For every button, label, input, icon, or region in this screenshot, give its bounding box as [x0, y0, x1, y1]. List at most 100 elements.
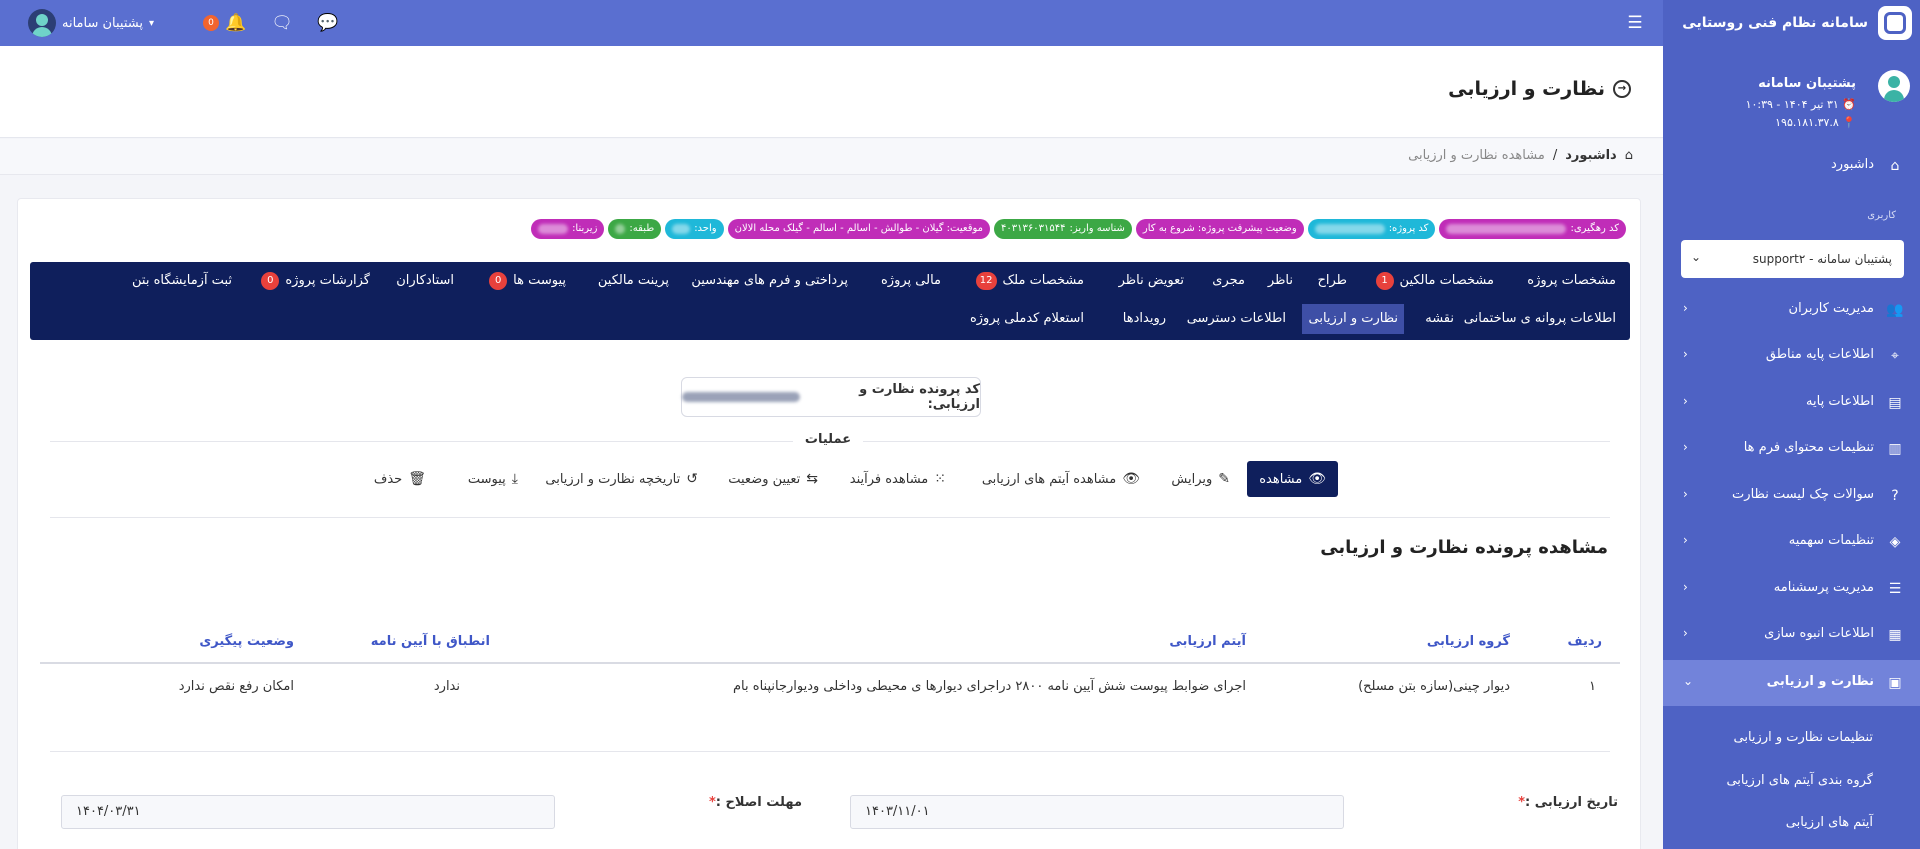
- view-button[interactable]: 👁 مشاهده: [1247, 461, 1338, 497]
- chat-icon[interactable]: 💬: [316, 11, 340, 35]
- tab-label: استعلام کدملی پروژه: [969, 311, 1084, 326]
- page-header: → نظارت و ارزیابی: [0, 46, 1663, 138]
- tab-label: مشخصات پروژه: [1527, 273, 1616, 288]
- col-header-item[interactable]: آیتم ارزیابی: [1169, 634, 1246, 649]
- tag-project-code: کد پروژه:: [1307, 219, 1436, 239]
- layers-icon: ◈: [1889, 534, 1901, 550]
- tab-events[interactable]: رویدادها: [1117, 304, 1172, 334]
- tab-monitoring[interactable]: نظارت و ارزیابی: [1302, 304, 1404, 334]
- sidebar-item-quota[interactable]: ◈ تنظیمات سهمیه ‹: [1663, 519, 1920, 565]
- sidebar-item-mass-building[interactable]: ▦ اطلاعات انبوه سازی ‹: [1663, 612, 1920, 658]
- divider: [50, 517, 1610, 518]
- back-arrow-icon[interactable]: →: [1613, 80, 1631, 98]
- col-header-group[interactable]: گروه ارزیابی: [1427, 634, 1510, 649]
- sidebar-item-base-info[interactable]: ▤ اطلاعات پایه ‹: [1663, 380, 1920, 426]
- tab-access-info[interactable]: اطلاعات دسترسی: [1181, 304, 1292, 334]
- attachment-button[interactable]: ⤓ پیوست: [468, 461, 518, 497]
- tab-label: اطلاعات دسترسی: [1186, 311, 1286, 326]
- sidebar-item-users[interactable]: 👥 مدیریت کاربران ‹: [1663, 287, 1920, 333]
- tab-concrete-lab[interactable]: ثبت آزمایشگاه بتن: [126, 266, 238, 296]
- sidebar-subitem-eval-items[interactable]: آیتم های ارزیابی: [1786, 815, 1873, 830]
- tab-engineer-payments[interactable]: پرداختی و فرم های مهندسین: [685, 266, 854, 296]
- edit-button[interactable]: ✎ ویرایش: [1171, 461, 1230, 497]
- set-status-button[interactable]: ⇆ تعیین وضعیت: [728, 461, 818, 497]
- ip-text: ۱۹۵.۱۸۱.۳۷.۸: [1775, 116, 1839, 129]
- breadcrumb-home[interactable]: داشبورد: [1565, 148, 1617, 163]
- eval-date-field[interactable]: ۱۴۰۳/۱۱/۰۱: [850, 795, 1344, 829]
- tag-tracking-code: کد رهگیری:: [1439, 219, 1626, 239]
- sidebar-item-checklist[interactable]: ? سوالات چک لیست نظارت ‹: [1663, 473, 1920, 519]
- sidebar-subitem-monitoring-settings[interactable]: تنظیمات نظارت و ارزیابی: [1734, 730, 1873, 745]
- sidebar-item-label: نظارت و ارزیابی: [1766, 674, 1874, 689]
- tab-building-permit[interactable]: اطلاعات پروانه ی ساختمانی: [1458, 304, 1622, 334]
- bell-icon[interactable]: 🔔: [224, 11, 248, 35]
- tab-designer[interactable]: طراح: [1311, 266, 1353, 296]
- button-label: حذف: [373, 471, 403, 487]
- tag-label: زیربنا:: [572, 223, 598, 234]
- label-text: مهلت اصلاح :: [715, 795, 802, 810]
- cell-row-number: ۱: [1589, 679, 1596, 694]
- col-header-followup[interactable]: وضعیت پیگیری: [199, 634, 294, 649]
- tab-attachments[interactable]: پیوست ها 0: [483, 266, 572, 296]
- file-code-box: کد پرونده نظارت و ارزیابی:: [681, 377, 981, 417]
- tab-change-supervisor[interactable]: تعویض ناظر: [1113, 266, 1190, 296]
- sidebar-item-form-settings[interactable]: ▥ تنظیمات محتوای فرم ها ‹: [1663, 426, 1920, 472]
- tab-project-info[interactable]: مشخصات پروژه: [1521, 266, 1622, 296]
- building-icon: ▦: [1888, 627, 1902, 643]
- eval-date-label: تاریخ ارزیابی :*: [1518, 795, 1618, 810]
- role-select[interactable]: پشتیبان سامانه - support۲ ⌄: [1681, 240, 1904, 278]
- eye-icon: 👁: [1308, 471, 1326, 487]
- location-icon: 📍: [1842, 116, 1856, 129]
- tab-reports[interactable]: گزارشات پروژه 0: [255, 266, 376, 296]
- chevron-down-icon: ▾: [149, 17, 155, 29]
- clipboard-icon: ▣: [1888, 675, 1902, 691]
- tab-supervisor[interactable]: ناظر: [1262, 266, 1299, 296]
- tab-contractor[interactable]: مجری: [1206, 266, 1251, 296]
- tab-label: ثبت آزمایشگاه بتن: [132, 273, 232, 288]
- hamburger-icon[interactable]: ☰: [1623, 11, 1647, 35]
- messages-icon[interactable]: 🗨: [270, 11, 294, 35]
- sidebar-item-label: سوالات چک لیست نظارت: [1732, 487, 1874, 502]
- col-header-compliance[interactable]: انطباق با آیین نامه: [371, 634, 490, 649]
- chevron-left-icon: ‹: [1683, 347, 1688, 361]
- view-eval-items-button[interactable]: 👁 مشاهده آیتم های ارزیابی: [982, 461, 1140, 497]
- user-menu[interactable]: ▾ پشتیبان سامانه: [28, 9, 154, 37]
- tag-area: زیربنا:: [531, 219, 605, 239]
- sidebar-subitem-item-groups[interactable]: گروه بندی آیتم های ارزیابی: [1726, 773, 1873, 788]
- col-header-row[interactable]: ردیف: [1567, 634, 1602, 649]
- tab-finance[interactable]: مالی پروژه: [875, 266, 947, 296]
- delete-button[interactable]: 🗑 حذف: [374, 461, 426, 497]
- tab-national-id-inquiry[interactable]: استعلام کدملی پروژه: [964, 304, 1090, 334]
- redacted-value: [672, 224, 691, 234]
- redacted-value: [538, 224, 569, 234]
- tab-badge: 0: [261, 272, 280, 290]
- chevron-down-icon: ⌄: [1691, 250, 1702, 264]
- breadcrumb-separator: /: [1552, 148, 1558, 163]
- file-code-label: کد پرونده نظارت و ارزیابی:: [859, 382, 980, 412]
- tab-owners[interactable]: مشخصات مالکین 1: [1370, 266, 1500, 296]
- app-title: سامانه نظام فنی روستایی: [1682, 15, 1868, 31]
- tab-craftsmen[interactable]: استادکاران: [390, 266, 460, 296]
- sidebar-item-regions[interactable]: ⌖ اطلاعات پایه مناطق ‹: [1663, 333, 1920, 379]
- brand[interactable]: سامانه نظام فنی روستایی: [1663, 0, 1920, 46]
- redacted-value: [1314, 224, 1385, 234]
- sidebar-item-monitoring[interactable]: ▣ نظارت و ارزیابی ⌄: [1663, 660, 1920, 706]
- deadline-field[interactable]: ۱۴۰۴/۰۳/۳۱: [61, 795, 555, 829]
- tab-print-owners[interactable]: پرینت مالکین: [592, 266, 675, 296]
- sidebar-item-dashboard[interactable]: ⌂ داشبورد: [1663, 143, 1920, 189]
- tab-label: پرداختی و فرم های مهندسین: [691, 273, 848, 288]
- sidebar-avatar: [1878, 70, 1910, 102]
- tab-property[interactable]: مشخصات ملک 12: [970, 266, 1090, 296]
- repeat-icon: ⇆: [806, 471, 818, 487]
- sidebar-item-label: مدیریت پرسشنامه: [1773, 580, 1874, 595]
- view-process-button[interactable]: ⁙ مشاهده فرآیند: [850, 461, 946, 497]
- tag-label: شناسه واریز:: [1069, 223, 1125, 234]
- history-button[interactable]: ↺ تاریخچه نظارت و ارزیابی: [545, 461, 698, 497]
- tab-label: پرینت مالکین: [597, 273, 669, 288]
- tab-map[interactable]: نقشه: [1419, 304, 1460, 334]
- cell-followup: امکان رفع نقص ندارد: [178, 679, 294, 694]
- home-icon: ⌂: [1624, 148, 1633, 163]
- sidebar-item-questionnaire[interactable]: ☰ مدیریت پرسشنامه ‹: [1663, 566, 1920, 612]
- chevron-left-icon: ‹: [1683, 487, 1688, 501]
- tag-label: طبقه:: [629, 223, 655, 234]
